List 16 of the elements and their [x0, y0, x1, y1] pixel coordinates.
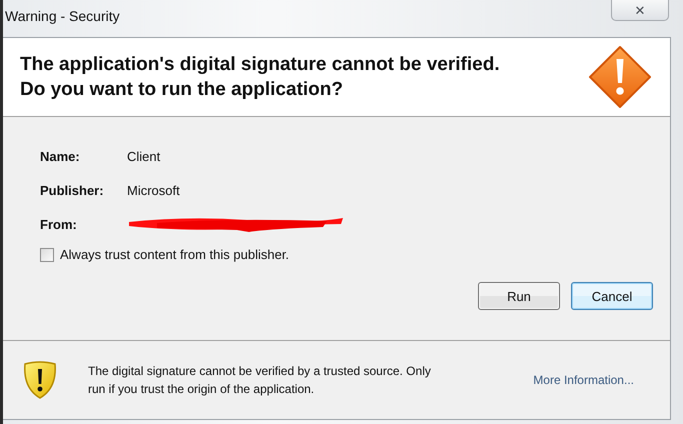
warning-diamond-icon	[588, 45, 652, 109]
field-label: From:	[40, 216, 78, 232]
field-label: Publisher:	[40, 182, 105, 198]
trust-checkbox[interactable]	[40, 248, 54, 262]
checkbox-label: Always trust content from this publisher.	[60, 247, 290, 262]
shield-warning-icon	[22, 360, 58, 400]
more-information-link[interactable]: More Information...	[533, 373, 634, 387]
field-value: Microsoft	[127, 182, 180, 198]
run-button[interactable]: Run	[478, 282, 560, 310]
warning-heading: The application's digital signature cannot be verified. Do you want to run the application?	[20, 53, 500, 102]
window-title: Warning - Security	[5, 8, 120, 24]
close-button[interactable]: ✕	[611, 0, 669, 21]
field-label: Name:	[40, 148, 81, 164]
field-value: Client	[127, 148, 160, 164]
cancel-button[interactable]: Cancel	[571, 282, 653, 310]
footer-message: The digital signature cannot be verified by a trusted source. Only run if you trust the origin of the application.	[88, 363, 432, 398]
